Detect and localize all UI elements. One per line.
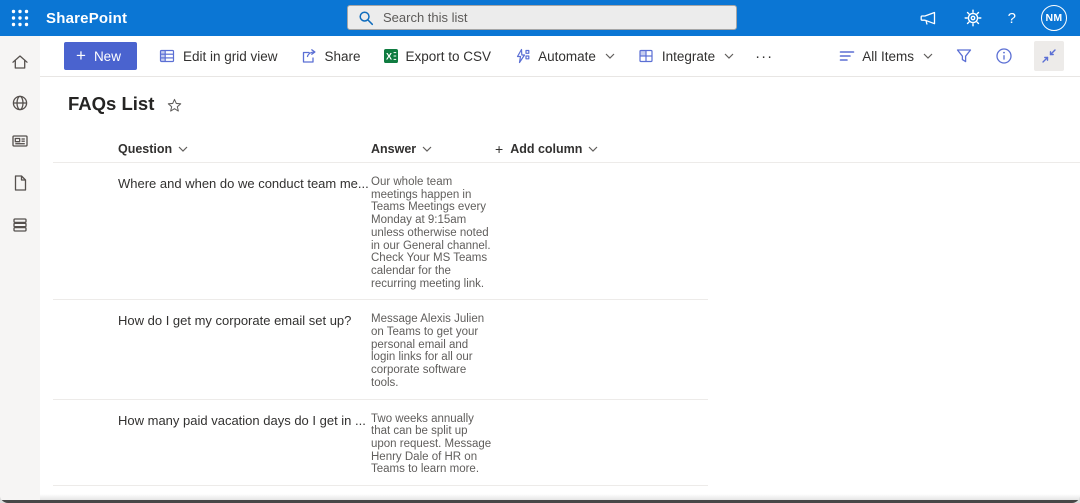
grid-icon (158, 47, 176, 65)
app-launcher-button[interactable] (0, 0, 40, 36)
avatar[interactable]: NM (1041, 5, 1067, 31)
search-box[interactable] (347, 5, 737, 30)
search-icon (358, 10, 374, 26)
collapse-icon (1040, 47, 1058, 65)
question-cell[interactable]: Where and when do we conduct team me... (118, 176, 371, 290)
excel-icon: X (383, 48, 399, 64)
filter-funnel-icon (955, 47, 973, 65)
sidebar-item-sites[interactable] (0, 86, 40, 120)
chevron-down-icon (422, 146, 432, 152)
gear-icon (963, 8, 983, 28)
column-header-answer-label: Answer (371, 141, 417, 156)
plus-icon: + (76, 45, 86, 65)
sharepoint-window: SharePoint Search this list ? NM + New E… (0, 0, 1080, 503)
export-to-csv-label: Export to CSV (405, 48, 492, 64)
home-icon (10, 52, 30, 72)
page-title: FAQs List (68, 93, 155, 114)
list-view: FAQs List Question Answer + Add column W… (40, 77, 1080, 500)
answer-cell[interactable]: Two weeks annually that can be split up … (371, 413, 492, 477)
details-info-button[interactable] (984, 47, 1024, 65)
integrate-label: Integrate (661, 48, 716, 64)
left-rail (0, 36, 40, 500)
new-button[interactable]: + New (64, 42, 137, 70)
announcements-button[interactable] (918, 8, 938, 28)
command-bar-right: All Items (828, 41, 1080, 71)
chevron-down-icon (724, 53, 734, 59)
chevron-down-icon (588, 146, 598, 152)
sidebar-item-pages[interactable] (0, 166, 40, 200)
filter-button[interactable] (944, 47, 984, 65)
view-lines-icon (839, 48, 855, 64)
page-icon (11, 174, 29, 192)
question-cell[interactable]: How many paid vacation days do I get in … (118, 413, 371, 477)
favorite-button[interactable] (167, 98, 182, 113)
table-header: Question Answer + Add column (53, 135, 1080, 163)
exit-fullscreen-button[interactable] (1034, 41, 1064, 71)
suite-bar: SharePoint Search this list ? NM (0, 0, 1080, 36)
table-row[interactable]: Where and when do we conduct team me... … (53, 163, 708, 301)
chevron-down-icon (605, 53, 615, 59)
megaphone-icon (918, 8, 938, 28)
share-button[interactable]: Share (289, 36, 372, 76)
plus-icon: + (495, 140, 504, 157)
integrate-icon (637, 47, 655, 65)
suite-bar-actions: ? NM (918, 0, 1080, 36)
news-icon (10, 131, 30, 151)
answer-cell[interactable]: Our whole team meetings happen in Teams … (371, 176, 492, 290)
more-commands-button[interactable]: ··· (745, 48, 783, 65)
waffle-icon (11, 9, 29, 27)
export-to-csv-button[interactable]: X Export to CSV (372, 36, 503, 76)
command-bar: + New Edit in grid view Share X Export t… (40, 36, 1080, 77)
add-column-label: Add column (510, 141, 583, 156)
add-column-button[interactable]: + Add column (495, 141, 598, 157)
info-icon (995, 47, 1013, 65)
sidebar-item-news[interactable] (0, 124, 40, 158)
edit-in-grid-view-label: Edit in grid view (182, 48, 278, 64)
table-row[interactable]: How do I get my corporate email set up? … (53, 300, 708, 400)
globe-icon (10, 93, 30, 113)
help-button[interactable]: ? (1008, 10, 1016, 27)
automate-label: Automate (538, 48, 596, 64)
automate-flow-icon (513, 47, 531, 65)
settings-button[interactable] (963, 8, 983, 28)
question-cell[interactable]: How do I get my corporate email set up? (118, 313, 371, 389)
sidebar-item-home[interactable] (0, 45, 40, 79)
page-header: FAQs List (40, 77, 1080, 117)
app-title[interactable]: SharePoint (46, 10, 127, 27)
library-icon (10, 215, 30, 235)
automate-menu-button[interactable]: Automate (502, 36, 626, 76)
new-button-label: New (93, 48, 121, 64)
column-header-question-label: Question (118, 141, 173, 156)
column-header-answer[interactable]: Answer (371, 142, 432, 156)
edit-in-grid-view-button[interactable]: Edit in grid view (147, 36, 289, 76)
svg-text:X: X (386, 51, 392, 61)
sidebar-item-library[interactable] (0, 208, 40, 242)
share-icon (300, 47, 318, 65)
view-selector-label: All Items (862, 48, 914, 64)
star-icon (167, 98, 182, 113)
integrate-menu-button[interactable]: Integrate (626, 36, 745, 76)
help-icon: ? (1007, 9, 1016, 27)
table-row[interactable]: How many paid vacation days do I get in … (53, 400, 708, 487)
chevron-down-icon (178, 146, 188, 152)
share-label: Share (324, 48, 361, 64)
column-header-question[interactable]: Question (118, 142, 188, 156)
view-selector-button[interactable]: All Items (828, 48, 944, 64)
search-input[interactable] (383, 10, 726, 25)
answer-cell[interactable]: Message Alexis Julien on Teams to get yo… (371, 313, 492, 389)
chevron-down-icon (923, 53, 933, 59)
table-body: Where and when do we conduct team me... … (40, 163, 1080, 487)
